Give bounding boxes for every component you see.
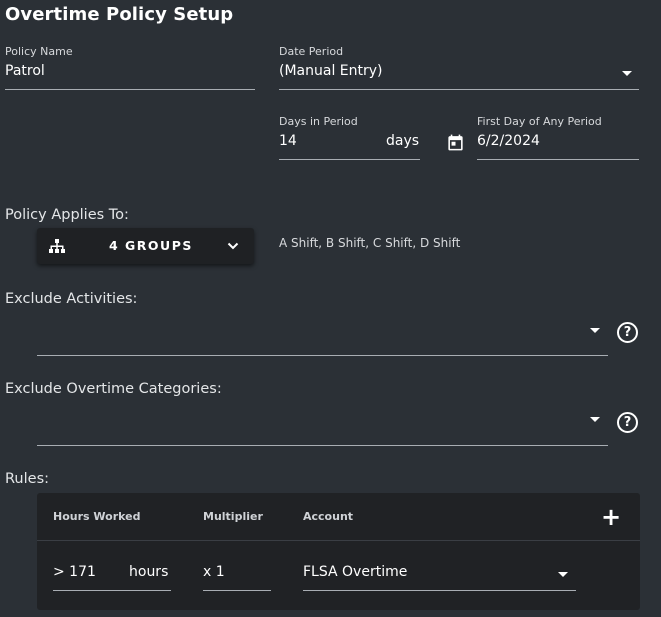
days-in-period-field[interactable]: 14 days [279, 132, 420, 160]
header-account: Account [303, 510, 354, 523]
caret-down-icon [590, 328, 600, 333]
policy-name-underline [5, 89, 255, 90]
plus-icon[interactable]: + [601, 505, 621, 529]
account-select[interactable]: FLSA Overtime [303, 563, 576, 591]
date-period-underline [279, 89, 639, 90]
header-multiplier: Multiplier [203, 510, 263, 523]
policy-name-value: Patrol [5, 63, 45, 79]
caret-down-icon [558, 572, 568, 577]
table-row: > 171 hours x 1 FLSA Overtime [37, 541, 640, 610]
first-day-label: First Day of Any Period [477, 115, 602, 128]
hours-suffix: hours [129, 564, 169, 580]
multiplier-value: x 1 [203, 564, 225, 580]
applies-to-summary: A Shift, B Shift, C Shift, D Shift [279, 236, 461, 250]
caret-down-icon [590, 417, 600, 422]
first-day-field[interactable]: 6/2/2024 [477, 132, 639, 160]
hours-worked-field[interactable]: > 171 hours [53, 563, 171, 591]
multiplier-field[interactable]: x 1 [203, 563, 271, 591]
multiplier-underline [203, 590, 271, 591]
exclude-activities-label: Exclude Activities: [5, 291, 138, 307]
first-day-underline [477, 159, 639, 160]
calendar-icon-svg [448, 134, 463, 151]
exclude-activities-underline [37, 355, 608, 356]
hours-worked-underline [53, 590, 171, 591]
policy-name-label: Policy Name [5, 45, 73, 58]
calendar-icon[interactable] [446, 133, 465, 152]
hours-worked-value: > 171 [53, 564, 96, 580]
caret-down-icon [622, 71, 632, 76]
account-underline [303, 590, 576, 591]
exclude-overtime-underline [37, 445, 608, 446]
days-in-period-value: 14 [279, 133, 297, 149]
header-hours-worked: Hours Worked [53, 510, 141, 523]
date-period-value: (Manual Entry) [279, 63, 383, 79]
first-day-value: 6/2/2024 [477, 133, 540, 149]
groups-button[interactable]: 4 GROUPS [37, 228, 254, 264]
days-in-period-label: Days in Period [279, 115, 358, 128]
policy-name-field[interactable]: Patrol [5, 62, 255, 90]
account-value: FLSA Overtime [303, 564, 408, 580]
rules-label: Rules: [5, 471, 50, 487]
date-period-select[interactable]: (Manual Entry) [279, 62, 639, 90]
exclude-activities-select[interactable] [37, 318, 608, 356]
days-suffix: days [386, 133, 420, 149]
help-circle-icon[interactable]: ? [617, 412, 638, 433]
date-period-label: Date Period [279, 45, 344, 58]
exclude-overtime-select[interactable] [37, 408, 608, 446]
page-title: Overtime Policy Setup [5, 4, 234, 25]
applies-to-label: Policy Applies To: [5, 207, 129, 223]
groups-button-label: 4 GROUPS [109, 238, 193, 253]
chevron-down-icon [227, 242, 239, 250]
exclude-overtime-label: Exclude Overtime Categories: [5, 381, 222, 397]
rules-table: Hours Worked Multiplier Account + > 171 … [37, 493, 640, 610]
help-circle-icon[interactable]: ? [617, 322, 638, 343]
org-chart-icon [49, 239, 65, 253]
days-in-period-underline [279, 159, 420, 160]
